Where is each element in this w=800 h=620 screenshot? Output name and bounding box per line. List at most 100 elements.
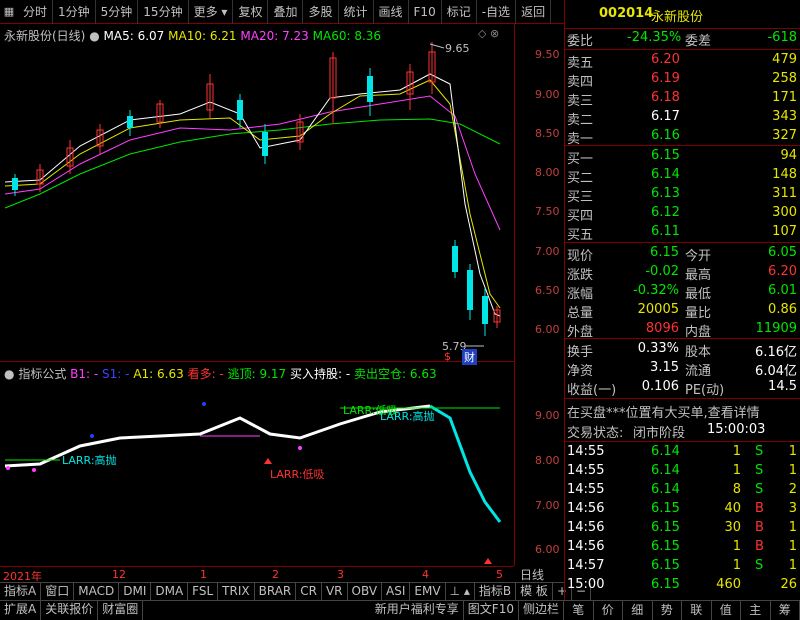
- toolbar-more[interactable]: 更多 ▾: [189, 0, 234, 24]
- right-tab[interactable]: 势: [653, 601, 682, 620]
- toolbar-huaxian[interactable]: 画线: [374, 0, 409, 24]
- bid-volume: 107: [772, 224, 797, 239]
- bid-label: 买三: [567, 190, 594, 205]
- right-tab[interactable]: 细: [623, 601, 653, 620]
- bid-price: 6.14: [651, 167, 680, 182]
- tick-volume: 1: [732, 463, 741, 478]
- stock-code: 002014: [599, 6, 654, 21]
- tick-row: 14:56 6.15 1 B 1: [565, 539, 800, 558]
- ask-volume: 327: [772, 128, 797, 143]
- stat-row: 收益(一) 0.106 PE(动) 14.5: [565, 379, 800, 398]
- tab-macd[interactable]: MACD: [74, 583, 120, 600]
- quote-panel: 002014 永新股份 委比 -24.35% 委差 -618 卖五 6.20 479…: [564, 0, 800, 600]
- axis-label: 9.50: [535, 48, 560, 61]
- toolbar-fuquan[interactable]: 复权: [233, 0, 269, 24]
- right-tab[interactable]: 值: [712, 601, 741, 620]
- kline-svg: [4, 42, 501, 347]
- indicator-chart[interactable]: ● 指标公式 B1: - S1: - A1: 6.63 看多: - 逃顶: 9.…: [0, 362, 514, 566]
- toolbar-fenshi[interactable]: 分时: [18, 0, 54, 24]
- toolbar-biaoji[interactable]: 标记: [442, 0, 477, 24]
- ask-row: 卖五 6.20 479: [565, 52, 800, 71]
- timeframe-label[interactable]: 日线: [520, 566, 544, 583]
- high-label: 9.65: [445, 42, 470, 55]
- ask-price: 6.19: [651, 71, 680, 86]
- tick-row: 15:00 6.15 460 26: [565, 577, 800, 596]
- tick-volume: 1: [732, 558, 741, 573]
- tick-price: 6.14: [651, 463, 680, 478]
- stat-row: 净资 3.15 流通 6.04亿: [565, 360, 800, 379]
- toolbar-zixuan[interactable]: -自选: [477, 0, 517, 24]
- kline-chart[interactable]: 永新股份(日线) ● MA5: 6.07 MA10: 6.21 MA20: 7.…: [0, 24, 514, 365]
- toolbar-5min[interactable]: 5分钟: [96, 0, 139, 24]
- notice-sidebar[interactable]: 侧边栏: [519, 601, 564, 620]
- chart-icon[interactable]: ▦: [0, 5, 18, 18]
- stat-value: 6.20: [768, 264, 797, 279]
- indicator-fall-line: [429, 404, 502, 523]
- tab-window[interactable]: 窗口: [41, 583, 75, 600]
- right-tab[interactable]: 联: [682, 601, 712, 620]
- notice-f10[interactable]: 图文F10: [464, 601, 519, 620]
- tick-time: 14:56: [567, 539, 605, 554]
- axis-label: 9.00: [535, 88, 560, 101]
- toolbar-duogu[interactable]: 多股: [303, 0, 339, 24]
- tick-volume: 8: [732, 482, 741, 497]
- tab-template[interactable]: 模 板: [516, 583, 553, 600]
- tab-fsl[interactable]: FSL: [188, 583, 219, 600]
- axis-label: 6.00: [535, 543, 560, 556]
- stat-label: 涨幅: [567, 287, 594, 302]
- tab-caifuquan[interactable]: 财富圈: [98, 601, 144, 620]
- right-tab[interactable]: 主: [741, 601, 771, 620]
- tab-asi[interactable]: ASI: [382, 583, 411, 600]
- tab-indicator-a[interactable]: 指标A: [0, 583, 42, 600]
- date-label: 3: [337, 568, 344, 581]
- stat-value: 0.33%: [637, 341, 679, 356]
- tick-row: 14:55 6.14 8 S 2: [565, 482, 800, 501]
- stat-label: 换手: [567, 345, 594, 360]
- bid-price: 6.11: [651, 224, 680, 239]
- right-tab[interactable]: 笔: [564, 601, 594, 620]
- tab-dmi[interactable]: DMI: [119, 583, 152, 600]
- ma20-line: [4, 95, 501, 231]
- toolbar-tongji[interactable]: 统计: [339, 0, 374, 24]
- right-tab[interactable]: 筹: [771, 601, 800, 620]
- tick-time: 14:55: [567, 463, 605, 478]
- toolbar-diejia[interactable]: 叠加: [268, 0, 304, 24]
- ask-row: 卖二 6.17 343: [565, 109, 800, 128]
- detail-tabs: 笔价细势联值主筹: [564, 600, 800, 620]
- bigorder-notice[interactable]: 在买盘***位置有大买单,查看详情: [565, 402, 800, 421]
- stat-row: 换手 0.33% 股本 6.16亿: [565, 341, 800, 360]
- tab-arrows[interactable]: ⊥ ▴: [446, 583, 475, 600]
- stat-value: 8096: [645, 321, 679, 336]
- toolbar-fanhui[interactable]: 返回: [516, 0, 552, 24]
- tab-indicator-b[interactable]: 指标B: [475, 583, 517, 600]
- date-label: 4: [422, 568, 429, 581]
- tab-dma[interactable]: DMA: [151, 583, 189, 600]
- tab-emv[interactable]: EMV: [410, 583, 446, 600]
- stat-label: 净资: [567, 364, 594, 379]
- tab-trix[interactable]: TRIX: [218, 583, 255, 600]
- stat-label: 最高: [685, 268, 712, 283]
- tick-count: 1: [788, 444, 797, 459]
- ask-volume: 479: [772, 52, 797, 67]
- tab-related-quote[interactable]: 关联报价: [41, 601, 99, 620]
- stat-label: 股本: [685, 345, 712, 360]
- tab-extension-a[interactable]: 扩展A: [0, 601, 42, 620]
- tab-brar[interactable]: BRAR: [255, 583, 297, 600]
- notice-link[interactable]: 新用户福利专享: [371, 601, 464, 620]
- toolbar-15min[interactable]: 15分钟: [138, 0, 189, 24]
- tab-cr[interactable]: CR: [296, 583, 322, 600]
- tick-count: 1: [788, 539, 797, 554]
- right-tab[interactable]: 价: [594, 601, 623, 620]
- stat-value: 14.5: [768, 379, 797, 394]
- tab-vr[interactable]: VR: [322, 583, 348, 600]
- tab-obv[interactable]: OBV: [348, 583, 383, 600]
- tick-direction: B: [755, 520, 764, 535]
- axis-label: 6.50: [535, 284, 560, 297]
- toolbar-1min[interactable]: 1分钟: [53, 0, 96, 24]
- stat-label: 今开: [685, 249, 712, 264]
- date-label: 2: [272, 568, 279, 581]
- weibi-row: 委比 -24.35% 委差 -618: [567, 30, 797, 49]
- ask-label: 卖三: [567, 94, 594, 109]
- toolbar-f10[interactable]: F10: [409, 0, 442, 24]
- bid-price: 6.15: [651, 148, 680, 163]
